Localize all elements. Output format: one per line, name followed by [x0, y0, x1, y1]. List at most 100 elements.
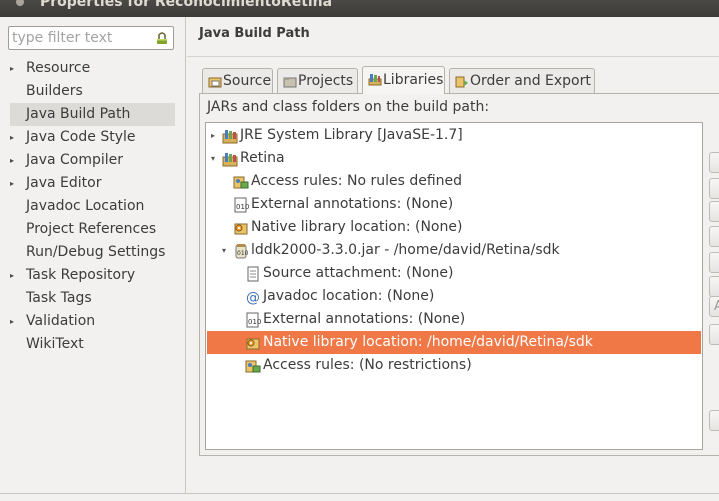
expand-arrow-icon[interactable]: ▸ — [10, 57, 18, 80]
clear-filter-icon[interactable] — [154, 30, 170, 46]
side-action-button[interactable] — [709, 178, 719, 199]
category-resource[interactable]: ▸ Resource — [10, 57, 175, 80]
category-label: Java Build Path — [26, 106, 131, 122]
page-title: Java Build Path — [199, 26, 310, 41]
tree-row[interactable]: ▸ JRE System Library [JavaSE-1.7] — [207, 124, 701, 147]
category-project-references[interactable]: Project References — [10, 218, 175, 241]
category-wikitext[interactable]: WikiText — [10, 333, 175, 356]
tree-row-label: Retina — [240, 150, 285, 166]
tree-row[interactable]: Source attachment: (None) — [207, 262, 701, 285]
order-export-icon — [455, 76, 468, 88]
app-icon — [16, 0, 24, 6]
category-java-compiler[interactable]: ▸ Java Compiler — [10, 149, 175, 172]
tab-label: Order and Export — [470, 73, 591, 89]
tree-row-label: Source attachment: (None) — [263, 265, 454, 281]
category-javadoc-location[interactable]: Javadoc Location — [10, 195, 175, 218]
category-run-debug-settings[interactable]: Run/Debug Settings — [10, 241, 175, 264]
category-java-editor[interactable]: ▸ Java Editor — [10, 172, 175, 195]
annotations-icon: 010 — [246, 312, 261, 328]
window-titlebar: Properties for ReconocimientoRetina — [0, 0, 719, 17]
tree-row[interactable]: ▾ Retina — [207, 147, 701, 170]
access-rules-icon — [245, 360, 261, 373]
library-icon — [222, 153, 238, 167]
category-task-tags[interactable]: Task Tags — [10, 287, 175, 310]
tree-row[interactable]: Access rules: (No restrictions) — [207, 354, 701, 377]
side-action-button[interactable] — [709, 201, 719, 222]
category-label: Project References — [26, 221, 157, 237]
category-builders[interactable]: Builders — [10, 80, 175, 103]
tab-libraries[interactable]: Libraries — [362, 66, 445, 94]
side-action-button[interactable] — [709, 324, 719, 345]
svg-text:010: 010 — [248, 318, 261, 326]
collapse-arrow-icon[interactable]: ▾ — [208, 147, 218, 170]
side-action-button[interactable] — [709, 226, 719, 247]
libraries-icon — [368, 74, 382, 86]
jar-icon: 010 — [235, 244, 249, 259]
tree-row[interactable]: @ Javadoc location: (None) — [207, 285, 701, 308]
source-folder-icon — [208, 77, 222, 88]
javadoc-icon: @ — [246, 290, 260, 305]
side-action-button[interactable] — [709, 276, 719, 297]
native-library-icon — [246, 338, 260, 350]
expand-arrow-icon[interactable]: ▸ — [10, 310, 18, 333]
category-label: Validation — [26, 313, 96, 329]
category-label: Task Tags — [26, 290, 92, 306]
tree-row-label: Native library location: /home/david/Ret… — [263, 334, 593, 350]
expand-arrow-icon[interactable]: ▸ — [208, 124, 218, 147]
tab-label: Source — [223, 73, 272, 89]
side-action-button[interactable]: A — [709, 296, 719, 317]
tree-row[interactable]: ▾ 010 lddk2000-3.3.0.jar - /home/david/Ret… — [207, 239, 701, 262]
category-label: Resource — [26, 60, 91, 76]
library-icon — [222, 130, 238, 144]
category-label: WikiText — [26, 336, 84, 352]
tab-source[interactable]: Source — [202, 68, 273, 93]
expand-arrow-icon[interactable]: ▸ — [10, 264, 18, 287]
svg-text:010: 010 — [237, 250, 249, 257]
side-action-button[interactable] — [709, 252, 719, 273]
tab-label: Libraries — [383, 72, 444, 88]
tree-row-label: External annotations: (None) — [263, 311, 466, 327]
category-java-build-path[interactable]: Java Build Path — [10, 103, 175, 126]
side-action-button[interactable] — [709, 410, 719, 431]
tree-row-label: lddk2000-3.3.0.jar - /home/david/Retina/… — [251, 242, 560, 258]
source-attachment-icon — [247, 266, 259, 282]
tree-row-label: Access rules: (No restrictions) — [263, 357, 472, 373]
expand-arrow-icon[interactable]: ▸ — [10, 126, 18, 149]
category-label: Javadoc Location — [26, 198, 145, 214]
title-separator — [187, 56, 719, 57]
build-path-tree[interactable]: ▸ JRE System Library [JavaSE-1.7] ▾ Retina A… — [205, 122, 703, 450]
build-path-description: JARs and class folders on the build path… — [207, 99, 490, 115]
tree-row-label: Javadoc location: (None) — [263, 288, 435, 304]
tree-row-label: JRE System Library [JavaSE-1.7] — [240, 127, 463, 143]
category-task-repository[interactable]: ▸ Task Repository — [10, 264, 175, 287]
projects-icon — [283, 77, 297, 88]
category-label: Java Compiler — [26, 152, 124, 168]
category-label: Java Code Style — [26, 129, 136, 145]
side-action-button[interactable] — [709, 152, 719, 173]
svg-text:010: 010 — [236, 203, 249, 211]
category-label: Task Repository — [26, 267, 136, 283]
expand-arrow-icon[interactable]: ▸ — [10, 149, 18, 172]
collapse-arrow-icon[interactable]: ▾ — [219, 239, 229, 262]
tree-row[interactable]: 010 External annotations: (None) — [207, 193, 701, 216]
tab-projects[interactable]: Projects — [277, 68, 358, 93]
tab-label: Projects — [298, 73, 354, 89]
svg-text:@: @ — [246, 290, 260, 305]
category-label: Java Editor — [26, 175, 102, 191]
category-validation[interactable]: ▸ Validation — [10, 310, 175, 333]
expand-arrow-icon[interactable]: ▸ — [10, 172, 18, 195]
filter-input[interactable] — [12, 29, 148, 47]
tree-row-label: Access rules: No rules defined — [251, 173, 463, 189]
category-pane: ▸ Resource Builders Java Build Path ▸ Java Co… — [0, 17, 186, 493]
category-label: Run/Debug Settings — [26, 244, 166, 260]
tab-order-and-export[interactable]: Order and Export — [449, 68, 595, 93]
tree-row[interactable]: 010 External annotations: (None) — [207, 308, 701, 331]
filter-box[interactable] — [8, 26, 174, 50]
tree-row-label: Native library location: (None) — [251, 219, 463, 235]
tree-row[interactable]: Native library location: (None) — [207, 216, 701, 239]
category-java-code-style[interactable]: ▸ Java Code Style — [10, 126, 175, 149]
bottom-separator — [0, 493, 719, 494]
native-library-icon — [234, 223, 248, 235]
tree-row[interactable]: Access rules: No rules defined — [207, 170, 701, 193]
tree-row[interactable]: Native library location: /home/david/Ret… — [207, 331, 701, 354]
